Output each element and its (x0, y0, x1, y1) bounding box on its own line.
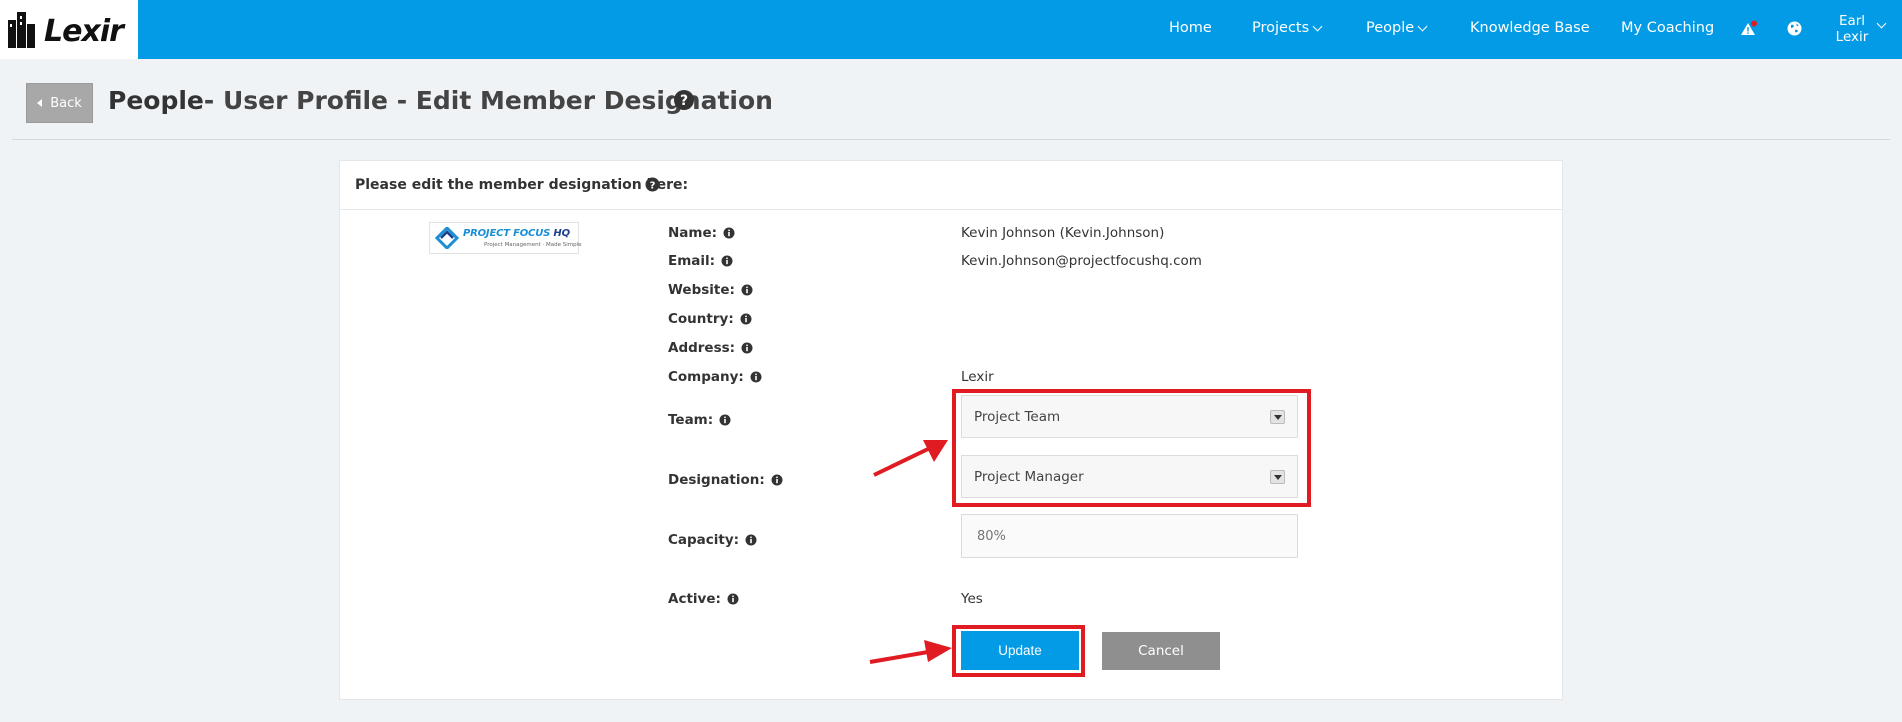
nav-people[interactable]: People (1366, 20, 1428, 36)
logo-text: Lexir (44, 14, 124, 49)
info-icon[interactable] (721, 255, 733, 267)
address-label: Address: (668, 340, 753, 356)
annotation-highlight-selects (952, 389, 1311, 507)
nav-knowledge-base-label: Knowledge Base (1470, 20, 1590, 36)
info-icon[interactable] (741, 342, 753, 354)
alert-warning-icon[interactable] (1740, 20, 1758, 38)
country-label-text: Country: (668, 311, 734, 327)
info-icon[interactable] (741, 284, 753, 296)
help-icon[interactable]: ? (645, 177, 660, 192)
help-icon[interactable]: ? (673, 89, 695, 111)
building-logo-icon (8, 12, 35, 48)
company-logo-title-suffix: HQ (553, 228, 570, 239)
capacity-field[interactable] (961, 514, 1298, 558)
website-label: Website: (668, 282, 753, 298)
company-logo-tagline: Project Management · Made Simple (484, 242, 582, 248)
user-menu-chevron-icon[interactable] (1876, 18, 1887, 29)
active-label: Active: (668, 591, 739, 607)
nav-home[interactable]: Home (1169, 20, 1212, 36)
chevron-down-icon (1417, 21, 1428, 31)
info-icon[interactable] (727, 593, 739, 605)
company-logo-title-main: PROJECT FOCUS (463, 228, 551, 239)
panel-heading-text: Please edit the member designation here: (355, 177, 689, 193)
annotation-arrow-icon (873, 440, 948, 477)
back-button-label: Back (50, 95, 82, 111)
nav-knowledge-base[interactable]: Knowledge Base (1470, 20, 1590, 36)
active-label-text: Active: (668, 591, 721, 607)
info-icon[interactable] (723, 227, 735, 239)
name-label: Name: (668, 225, 735, 241)
email-label-text: Email: (668, 253, 716, 269)
caret-left-icon (37, 99, 43, 107)
nav-people-label: People (1366, 20, 1415, 36)
page-title-bold: People (108, 86, 204, 115)
svg-text:?: ? (680, 93, 688, 109)
annotation-arrow-icon (869, 640, 952, 664)
capacity-label-text: Capacity: (668, 532, 740, 548)
app-logo[interactable]: Lexir (0, 0, 138, 59)
designation-label-text: Designation: (668, 472, 765, 488)
panel-heading: Please edit the member designation here:… (340, 161, 1562, 210)
globe-icon[interactable] (1786, 20, 1803, 37)
company-label: Company: (668, 369, 762, 385)
nav-home-label: Home (1169, 20, 1212, 36)
team-label: Team: (668, 412, 731, 428)
user-last-name: Lexir (1835, 29, 1869, 45)
info-icon[interactable] (745, 534, 757, 546)
email-value: Kevin.Johnson@projectfocushq.com (961, 253, 1202, 269)
company-logo: PROJECT FOCUS HQ Project Management · Ma… (429, 222, 582, 254)
cancel-button[interactable]: Cancel (1102, 632, 1220, 670)
capacity-input[interactable] (962, 515, 1297, 557)
designation-label: Designation: (668, 472, 783, 488)
info-icon[interactable] (740, 313, 752, 325)
website-label-text: Website: (668, 282, 735, 298)
nav-my-coaching-label: My Coaching (1621, 20, 1715, 36)
project-focus-logo-icon (435, 227, 459, 249)
team-label-text: Team: (668, 412, 714, 428)
name-value: Kevin Johnson (Kevin.Johnson) (961, 225, 1165, 241)
company-value: Lexir (961, 369, 994, 385)
capacity-label: Capacity: (668, 532, 757, 548)
nav-projects-label: Projects (1252, 20, 1310, 36)
address-label-text: Address: (668, 340, 736, 356)
company-label-text: Company: (668, 369, 744, 385)
info-icon[interactable] (719, 414, 731, 426)
top-navbar: Lexir Home Projects People Knowledge Bas… (0, 0, 1902, 59)
country-label: Country: (668, 311, 752, 327)
title-divider (12, 139, 1890, 140)
chevron-down-icon (1312, 21, 1323, 31)
company-logo-title: PROJECT FOCUS HQ (463, 228, 570, 239)
user-menu[interactable]: Earl Lexir (1828, 13, 1876, 45)
cancel-button-label: Cancel (1138, 643, 1184, 659)
info-icon[interactable] (750, 371, 762, 383)
email-label: Email: (668, 253, 733, 269)
annotation-highlight-update (952, 625, 1085, 677)
name-label-text: Name: (668, 225, 718, 241)
svg-text:?: ? (650, 180, 656, 191)
back-button[interactable]: Back (26, 83, 93, 123)
nav-my-coaching[interactable]: My Coaching (1621, 20, 1714, 36)
info-icon[interactable] (771, 474, 783, 486)
nav-projects[interactable]: Projects (1252, 20, 1323, 36)
user-first-name: Earl (1838, 13, 1866, 29)
active-value: Yes (961, 591, 983, 607)
